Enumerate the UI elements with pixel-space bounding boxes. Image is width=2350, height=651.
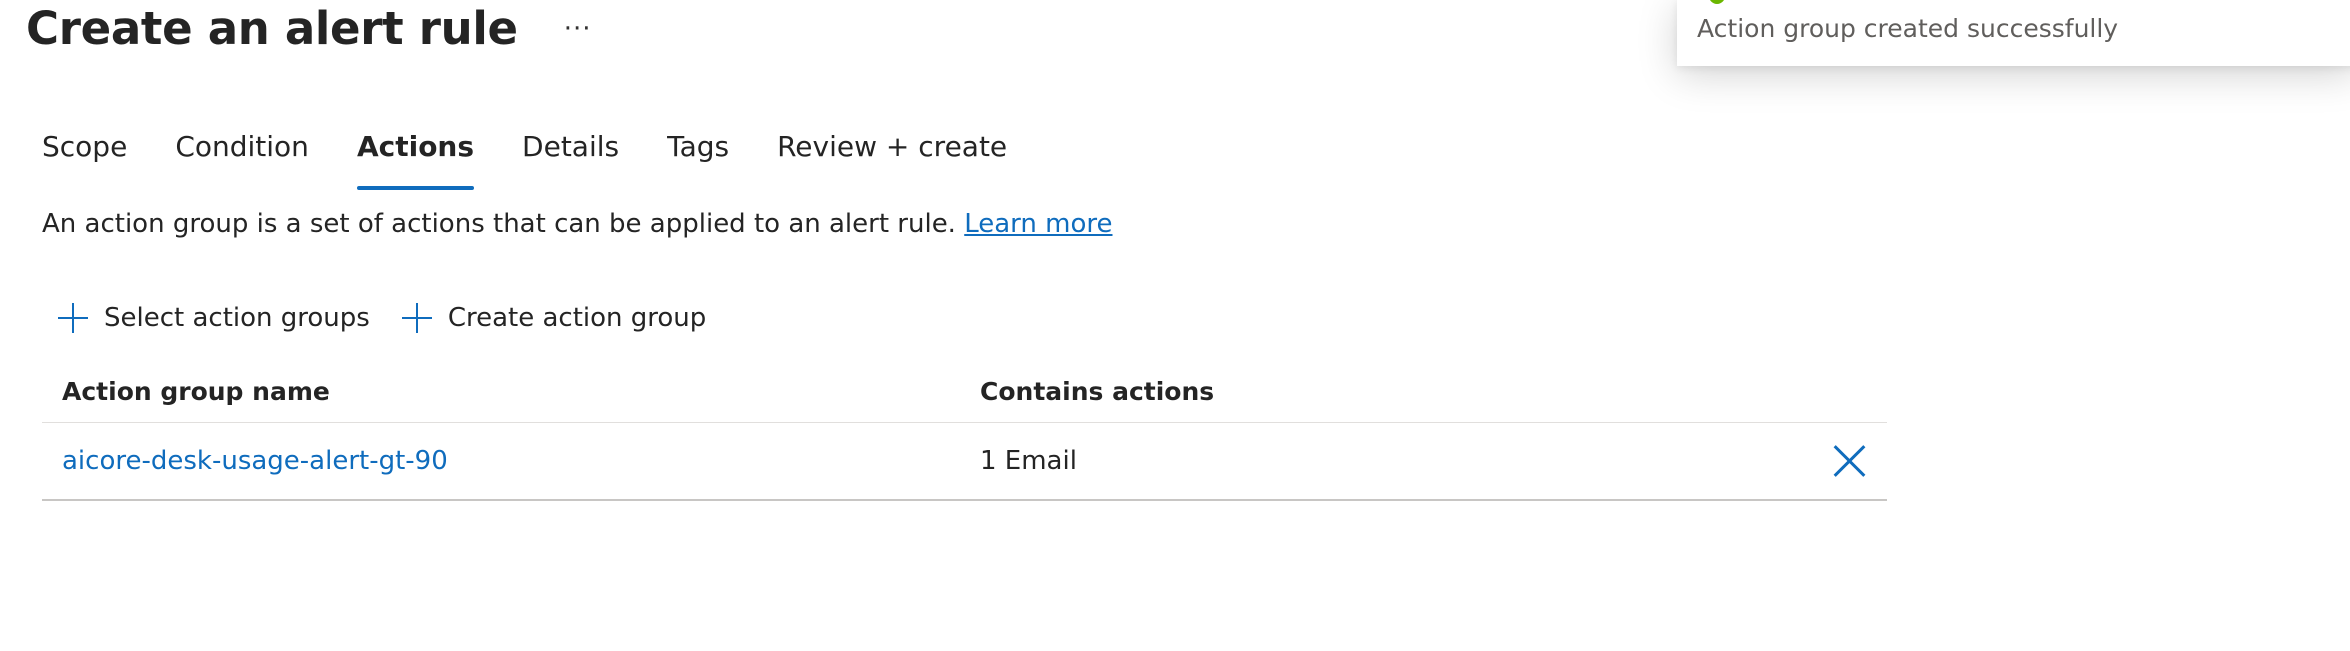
- create-alert-rule-page: Create an alert rule ··· Scope Condition…: [0, 0, 2350, 651]
- toast-message: Action group created successfully: [1697, 14, 2119, 43]
- cell-action-group-name: aicore-desk-usage-alert-gt-90: [42, 446, 980, 476]
- action-groups-table: Action group name Contains actions aicor…: [42, 360, 1887, 501]
- description-text: An action group is a set of actions that…: [42, 209, 965, 239]
- action-group-link[interactable]: aicore-desk-usage-alert-gt-90: [62, 446, 448, 476]
- column-header-contains-actions: Contains actions: [980, 376, 1215, 406]
- tab-actions[interactable]: Actions: [356, 124, 475, 190]
- table-row: aicore-desk-usage-alert-gt-90 1 Email: [42, 423, 1887, 501]
- page-title: Create an alert rule: [26, 2, 518, 55]
- tab-tags[interactable]: Tags: [667, 124, 729, 182]
- more-options-button[interactable]: ···: [564, 0, 592, 58]
- select-action-groups-button[interactable]: Select action groups: [56, 301, 370, 335]
- cell-contains-actions: 1 Email: [980, 446, 1077, 476]
- notification-toast: Action group created successfully: [1677, 0, 2350, 66]
- plus-icon: [56, 301, 90, 335]
- select-action-groups-label: Select action groups: [104, 303, 370, 333]
- create-action-group-label: Create action group: [447, 303, 707, 333]
- tab-details[interactable]: Details: [522, 124, 619, 182]
- learn-more-link[interactable]: Learn more: [964, 209, 1112, 239]
- plus-icon: [400, 301, 434, 335]
- actions-description: An action group is a set of actions that…: [42, 206, 1113, 242]
- action-toolbar: Select action groups Create action group: [56, 298, 736, 338]
- success-check-icon: [1709, 0, 1725, 4]
- tab-review-create[interactable]: Review + create: [777, 124, 1007, 182]
- table-header: Action group name Contains actions: [42, 360, 1887, 423]
- remove-action-group-close-icon[interactable]: [1831, 443, 1867, 479]
- create-action-group-button[interactable]: Create action group: [400, 301, 706, 335]
- tab-scope[interactable]: Scope: [42, 124, 127, 182]
- title-row: Create an alert rule ···: [26, 0, 592, 58]
- column-header-action-group-name: Action group name: [62, 376, 330, 406]
- tab-condition[interactable]: Condition: [175, 124, 309, 182]
- tab-bar: Scope Condition Actions Details Tags Rev…: [42, 124, 1055, 190]
